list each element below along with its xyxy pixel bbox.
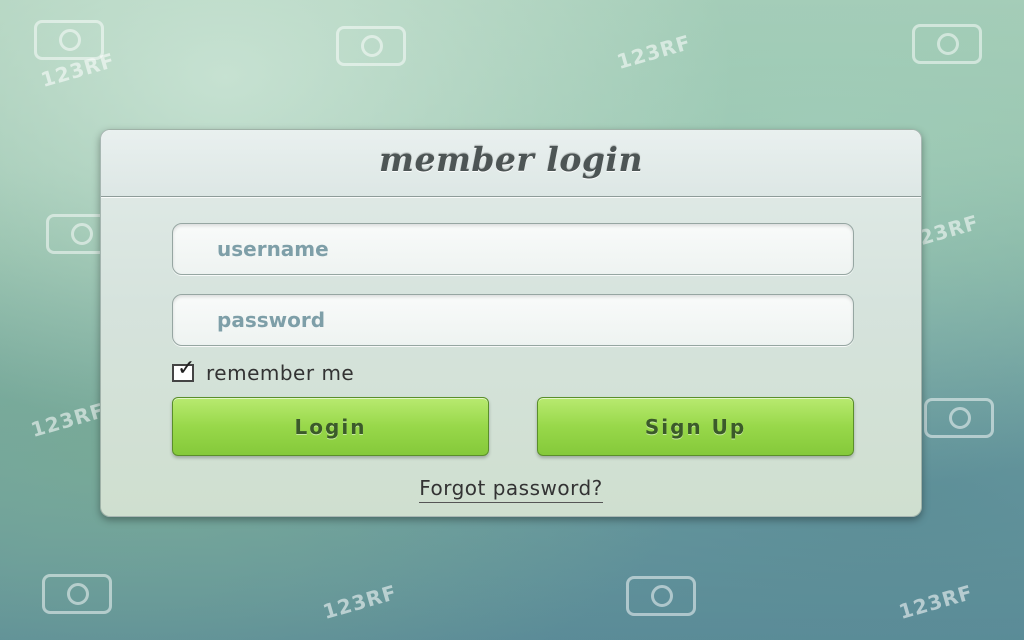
watermark-camera-icon (42, 574, 112, 614)
watermark-text: 123RF (614, 30, 694, 74)
signup-button[interactable]: Sign Up (537, 397, 854, 456)
panel-header: member login (101, 130, 921, 197)
watermark-text: 123RF (320, 580, 400, 624)
watermark-text: 123RF (896, 580, 976, 624)
username-input[interactable] (173, 224, 853, 274)
watermark-text: 123RF (38, 48, 118, 92)
watermark-camera-icon (924, 398, 994, 438)
login-button[interactable]: Login (172, 397, 489, 456)
watermark-camera-icon (626, 576, 696, 616)
watermark-camera-icon (34, 20, 104, 60)
password-field[interactable] (172, 294, 854, 346)
watermark-text: 123RF (28, 398, 108, 442)
username-field[interactable] (172, 223, 854, 275)
panel-title: member login (379, 140, 643, 179)
watermark-camera-icon (336, 26, 406, 66)
remember-me-row[interactable]: ✓ remember me (172, 358, 354, 387)
forgot-password-row: Forgot password? (101, 476, 921, 503)
remember-me-label[interactable]: remember me (206, 361, 354, 385)
watermark-camera-icon (912, 24, 982, 64)
forgot-password-link[interactable]: Forgot password? (419, 476, 603, 503)
remember-me-checkbox[interactable]: ✓ (172, 358, 195, 382)
login-panel: member login ✓ remember me Login Sign Up… (100, 129, 922, 517)
password-input[interactable] (173, 295, 853, 345)
checkmark-icon: ✓ (177, 356, 196, 381)
